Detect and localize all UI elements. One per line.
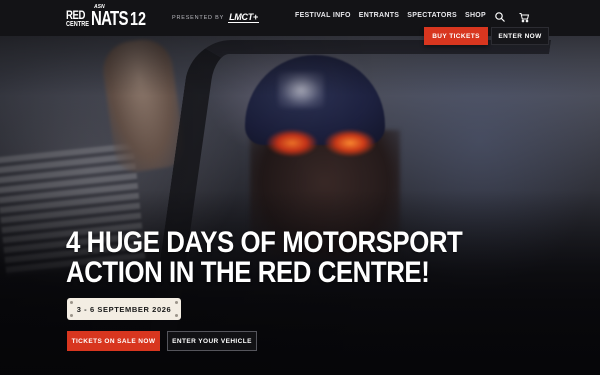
presented-by-label: PRESENTED BY (172, 15, 225, 21)
buy-tickets-button[interactable]: BUY TICKETS (424, 27, 488, 45)
badge-rivet (70, 301, 73, 304)
logo-centre: CENTRE (66, 20, 90, 28)
main-nav: FESTIVAL INFO ENTRANTS SPECTATORS SHOP (295, 12, 486, 19)
hero-headline: 4 HUGE DAYS OF MOTORSPORT ACTION IN THE … (66, 226, 463, 289)
nav-festival-info[interactable]: FESTIVAL INFO (295, 12, 351, 19)
presented-by: PRESENTED BY LMCT+ (172, 13, 259, 23)
enter-vehicle-button[interactable]: ENTER YOUR VEHICLE (167, 331, 257, 351)
cart-icon[interactable] (518, 11, 530, 23)
site-logo[interactable]: ASN RED CENTRE NATS 12 (66, 4, 146, 33)
enter-now-button[interactable]: ENTER NOW (491, 27, 549, 45)
headline-line-2: ACTION IN THE RED CENTRE! (66, 256, 430, 289)
tickets-on-sale-button[interactable]: TICKETS ON SALE NOW (67, 331, 160, 351)
badge-rivet (70, 314, 73, 317)
badge-rivet (175, 314, 178, 317)
event-date-badge: 3 - 6 SEPTEMBER 2026 (67, 298, 181, 320)
event-date-text: 3 - 6 SEPTEMBER 2026 (76, 304, 172, 314)
logo-nats: NATS (90, 7, 128, 30)
nav-spectators[interactable]: SPECTATORS (407, 12, 457, 19)
nav-entrants[interactable]: ENTRANTS (359, 12, 400, 19)
search-icon[interactable] (494, 11, 506, 23)
nav-shop[interactable]: SHOP (465, 12, 486, 19)
badge-rivet (175, 301, 178, 304)
sponsor-logo[interactable]: LMCT+ (228, 13, 259, 23)
logo-number: 12 (129, 8, 146, 29)
logo-red: RED (66, 7, 86, 22)
headline-line-1: 4 HUGE DAYS OF MOTORSPORT (66, 226, 463, 259)
